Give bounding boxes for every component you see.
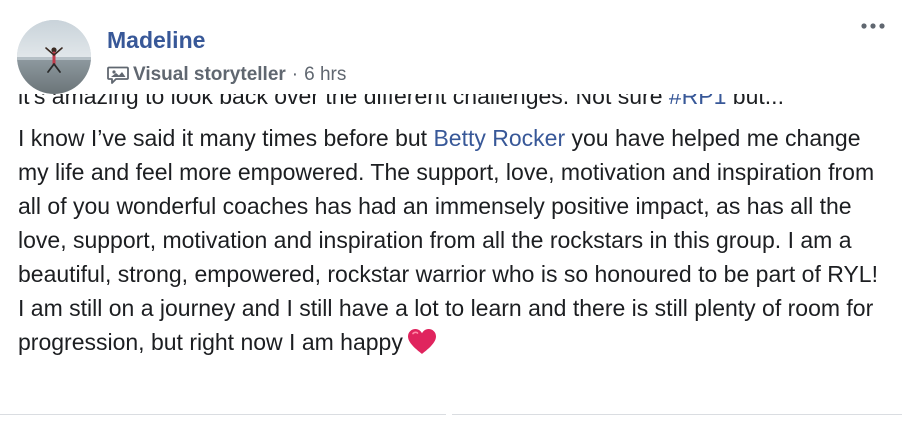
visual-storyteller-badge-icon	[107, 65, 129, 85]
previous-paragraph-cutoff: it's amazing to look back over the diffe…	[18, 94, 878, 116]
more-options-button[interactable]	[856, 14, 890, 38]
post-meta: Visual storyteller · 6 hrs	[107, 62, 346, 88]
avatar-beach-photo	[17, 20, 91, 94]
ellipsis-icon	[861, 23, 885, 29]
divider	[0, 414, 446, 415]
badge-label[interactable]: Visual storyteller	[133, 64, 286, 86]
author-name[interactable]: Madeline	[107, 24, 205, 56]
avatar[interactable]	[17, 20, 91, 94]
post-body: I know I’ve said it many times before bu…	[18, 121, 878, 359]
cutoff-text-prefix: it's amazing to look back over the diffe…	[18, 94, 669, 109]
cutoff-text-suffix: but...	[726, 94, 784, 109]
meta-separator: ·	[291, 64, 299, 85]
divider	[452, 414, 902, 415]
hashtag-link[interactable]: #RP1	[669, 94, 727, 109]
red-heart-icon	[407, 328, 437, 355]
post-body-text-start: I know I’ve said it many times before bu…	[18, 125, 434, 151]
post-card: Madeline Visual storyteller · 6 hrs it's…	[0, 0, 902, 422]
mention-link[interactable]: Betty Rocker	[433, 125, 565, 151]
post-body-text-rest: you have helped me change my life and fe…	[18, 125, 878, 355]
post-timestamp[interactable]: 6 hrs	[304, 64, 346, 86]
